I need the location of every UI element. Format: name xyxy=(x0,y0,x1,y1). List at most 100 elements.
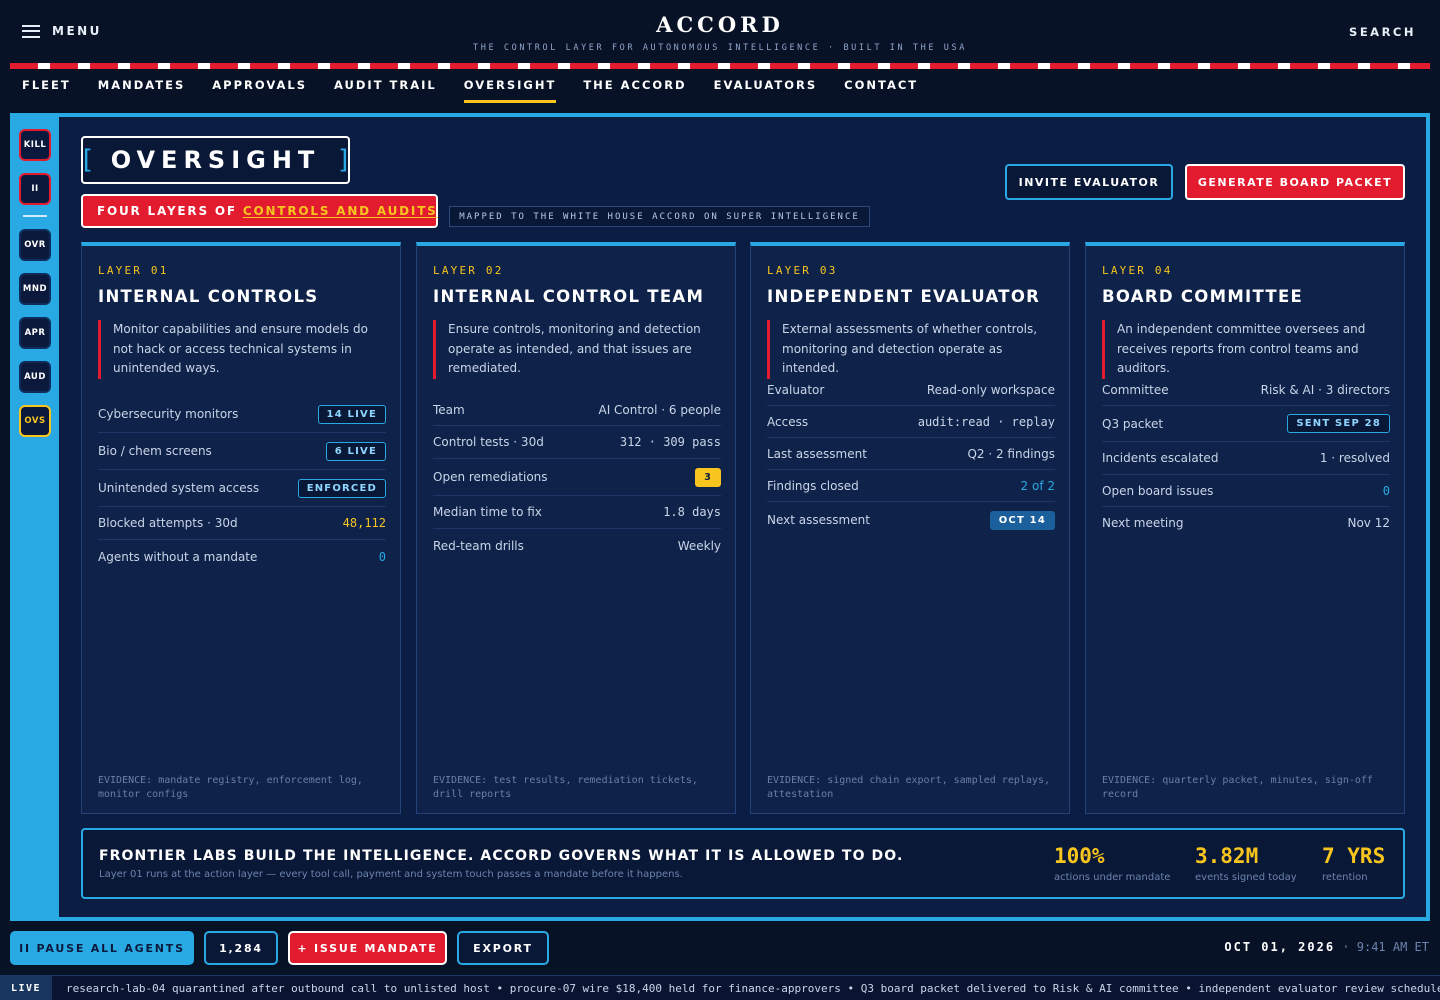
current-date: OCT 01, 2026 xyxy=(1224,940,1336,954)
rail-item-apr[interactable]: APR xyxy=(19,317,51,349)
subtitle-highlight: CONTROLS AND AUDITS xyxy=(242,204,438,218)
metric-label: Access xyxy=(767,414,809,429)
pause-all-agents-button[interactable]: II PAUSE ALL AGENTS xyxy=(10,931,194,965)
invite-evaluator-button[interactable]: INVITE EVALUATOR xyxy=(1005,164,1173,200)
agent-count-button[interactable]: 1,284 xyxy=(204,931,278,965)
mission-banner: FRONTIER LABS BUILD THE INTELLIGENCE. AC… xyxy=(81,828,1405,899)
brand: ACCORD THE CONTROL LAYER FOR AUTONOMOUS … xyxy=(0,12,1440,53)
datetime: OCT 01, 2026 · 9:41 AM ET xyxy=(1224,940,1429,954)
export-button[interactable]: EXPORT xyxy=(457,931,549,965)
evidence-note: EVIDENCE: signed chain export, sampled r… xyxy=(767,775,1050,800)
metric-label: Team xyxy=(433,402,465,417)
stat-events-signed: 3.82M events signed today xyxy=(1195,844,1297,883)
stat-label: events signed today xyxy=(1195,872,1297,883)
metric-label: Blocked attempts · 30d xyxy=(98,516,238,530)
layer-card-internal-controls: LAYER 01 INTERNAL CONTROLS Monitor capab… xyxy=(81,242,401,814)
nav-item-fleet[interactable]: FLEET xyxy=(22,78,71,103)
rail-item-ovr[interactable]: OVR xyxy=(19,229,51,261)
nav-item-oversight[interactable]: OVERSIGHT xyxy=(463,78,557,103)
metric-label: Findings closed xyxy=(767,478,859,493)
stat-retention: 7 YRS retention xyxy=(1322,844,1385,883)
issue-mandate-button[interactable]: + ISSUE MANDATE xyxy=(288,931,447,965)
current-time: · 9:41 AM ET xyxy=(1335,940,1429,954)
layer-number: LAYER 04 xyxy=(1102,264,1173,277)
date-badge: OCT 14 xyxy=(989,510,1055,530)
metric-label: Next assessment xyxy=(767,513,870,527)
evidence-note: EVIDENCE: mandate registry, enforcement … xyxy=(98,775,363,800)
nav-item-approvals[interactable]: APPROVALS xyxy=(212,78,307,103)
evidence-note: EVIDENCE: quarterly packet, minutes, sig… xyxy=(1102,775,1373,800)
rail-divider xyxy=(23,215,47,217)
layer-description: External assessments of whether controls… xyxy=(767,320,1057,379)
metric-list: Committee Risk & AI · 3 directors Q3 pack… xyxy=(1102,374,1390,539)
generate-board-packet-button[interactable]: GENERATE BOARD PACKET xyxy=(1185,164,1405,200)
live-badge: LIVE xyxy=(0,976,52,1000)
main-nav: FLEET MANDATES APPROVALS AUDIT TRAIL OVE… xyxy=(22,78,918,103)
layer-description: An independent committee oversees and re… xyxy=(1102,320,1392,379)
metric-label: Q3 packet xyxy=(1102,416,1164,431)
layer-number: LAYER 02 xyxy=(433,264,504,277)
metric-value: 1 · resolved xyxy=(1319,451,1390,465)
layer-title: BOARD COMMITTEE xyxy=(1102,287,1304,306)
brand-title: ACCORD xyxy=(656,12,784,37)
kill-button[interactable]: KILL xyxy=(19,129,51,161)
nav-item-evaluators[interactable]: EVALUATORS xyxy=(714,78,818,103)
metric-value: 48,112 xyxy=(342,516,386,530)
layer-title: INTERNAL CONTROLS xyxy=(98,287,319,306)
metric-label: Next meeting xyxy=(1102,516,1184,530)
metric-list: Cybersecurity monitors 14 LIVE Bio / chem… xyxy=(98,396,386,573)
metric-value: 2 of 2 xyxy=(1020,478,1055,493)
layer-card-board-committee: LAYER 04 BOARD COMMITTEE An independent … xyxy=(1085,242,1405,814)
banner-headline: FRONTIER LABS BUILD THE INTELLIGENCE. AC… xyxy=(99,848,904,864)
metric-label: Median time to fix xyxy=(433,505,542,519)
mapped-tag: MAPPED TO THE WHITE HOUSE ACCORD ON SUPE… xyxy=(449,206,870,227)
metric-label: Red-team drills xyxy=(433,538,524,553)
subtitle-prefix: FOUR LAYERS OF xyxy=(97,204,237,218)
pause-button[interactable]: II xyxy=(19,173,51,205)
stat-label: retention xyxy=(1322,872,1368,883)
subtitle-badge: FOUR LAYERS OF CONTROLS AND AUDITS xyxy=(81,194,438,228)
metric-value: Nov 12 xyxy=(1347,516,1390,530)
metric-label: Control tests · 30d xyxy=(433,435,544,449)
metric-value: Read-only workspace xyxy=(926,382,1055,397)
layer-number: LAYER 01 xyxy=(98,264,169,277)
count-badge: 3 xyxy=(695,467,721,487)
metric-label: Agents without a mandate xyxy=(98,549,258,564)
page-title-text: OVERSIGHT xyxy=(110,146,321,174)
metric-label: Unintended system access xyxy=(98,481,260,495)
layer-card-internal-control-team: LAYER 02 INTERNAL CONTROL TEAM Ensure co… xyxy=(416,242,736,814)
status-badge: SENT SEP 28 xyxy=(1287,414,1390,433)
rail-item-ovs[interactable]: OVS xyxy=(19,405,51,437)
layer-description: Ensure controls, monitoring and detectio… xyxy=(433,320,723,379)
nav-item-audit-trail[interactable]: AUDIT TRAIL xyxy=(334,78,437,103)
nav-item-contact[interactable]: CONTACT xyxy=(844,78,918,103)
nav-item-mandates[interactable]: MANDATES xyxy=(98,78,186,103)
metric-list: Evaluator Read-only workspace Access audit… xyxy=(767,374,1055,538)
metric-value: Q2 · 2 findings xyxy=(967,446,1055,461)
nav-item-the-accord[interactable]: THE ACCORD xyxy=(583,78,686,103)
stat-value: 7 YRS xyxy=(1322,844,1386,868)
metric-value: Risk & AI · 3 directors xyxy=(1260,382,1390,397)
evidence-note: EVIDENCE: test results, remediation tick… xyxy=(433,775,698,800)
header: MENU ACCORD THE CONTROL LAYER FOR AUTONO… xyxy=(0,0,1440,62)
layer-description: Monitor capabilities and ensure models d… xyxy=(98,320,388,379)
stat-value: 3.82M xyxy=(1195,844,1259,868)
banner-subtext: Layer 01 runs at the action layer — ever… xyxy=(99,869,683,880)
stat-actions-under-mandate: 100% actions under mandate xyxy=(1054,844,1170,883)
metric-label: Bio / chem screens xyxy=(98,444,212,458)
layer-title: INTERNAL CONTROL TEAM xyxy=(433,287,705,306)
stat-label: actions under mandate xyxy=(1054,872,1171,883)
metric-value: Weekly xyxy=(677,538,721,553)
rail-item-mnd[interactable]: MND xyxy=(19,273,51,305)
rail-item-aud[interactable]: AUD xyxy=(19,361,51,393)
search-button[interactable]: SEARCH xyxy=(1349,25,1416,39)
metric-value: 0 xyxy=(1382,483,1390,498)
title-bracket-open: [ xyxy=(79,145,95,175)
metric-label: Evaluator xyxy=(767,382,825,397)
metric-value: 0 xyxy=(378,549,386,564)
metric-label: Committee xyxy=(1102,382,1169,397)
status-badge: 14 LIVE xyxy=(317,404,386,424)
metric-value: audit:read · replay xyxy=(917,414,1055,429)
ticker-text: research-lab-04 quarantined after outbou… xyxy=(66,982,1440,995)
brand-tagline: THE CONTROL LAYER FOR AUTONOMOUS INTELLI… xyxy=(473,43,967,53)
